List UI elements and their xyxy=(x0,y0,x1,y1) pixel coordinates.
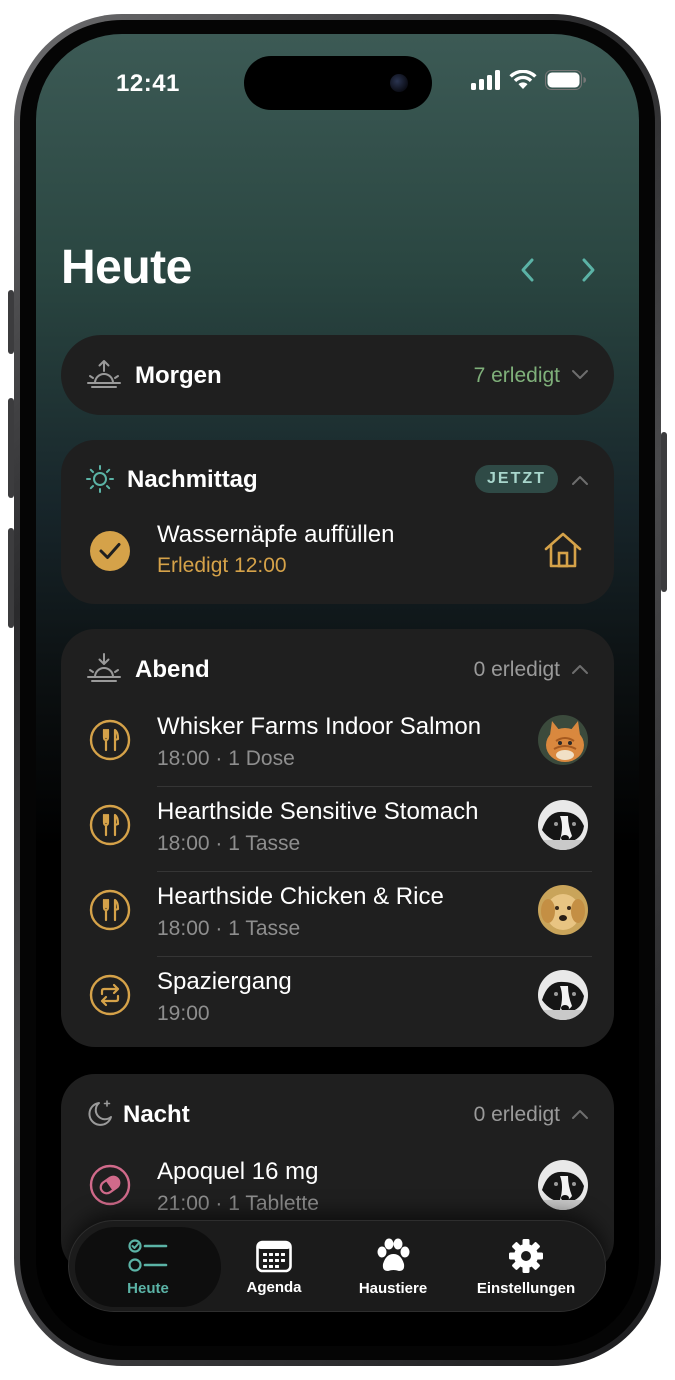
sun-icon xyxy=(83,464,117,494)
tab-label: Heute xyxy=(127,1279,169,1297)
gear-icon xyxy=(509,1238,543,1273)
camera-icon xyxy=(390,74,408,92)
checkmark-icon[interactable] xyxy=(89,530,131,572)
dynamic-island xyxy=(244,56,432,110)
checklist-icon xyxy=(128,1238,168,1272)
tab-settings[interactable]: Einstellungen xyxy=(451,1221,601,1313)
section-title: Nachmittag xyxy=(127,466,258,493)
task-subtitle: 18:00 · 1 Dose xyxy=(157,747,295,770)
tab-today[interactable]: Heute xyxy=(75,1227,221,1307)
tab-label: Haustiere xyxy=(358,1279,428,1297)
task-subtitle: 21:00 · 1 Tablette xyxy=(157,1192,319,1215)
task-title: Apoquel 16 mg xyxy=(157,1158,319,1185)
tab-pets[interactable]: Haustiere xyxy=(331,1221,455,1313)
section-title: Morgen xyxy=(135,362,222,389)
tab-bar: Heute Agenda Haustiere Einstellungen xyxy=(68,1220,606,1312)
status-time: 12:41 xyxy=(116,70,180,97)
power-button xyxy=(661,432,667,592)
chevron-down-icon[interactable] xyxy=(570,365,590,385)
task-subtitle: 18:00 · 1 Tasse xyxy=(157,917,301,940)
task-title: Hearthside Sensitive Stomach xyxy=(157,798,479,825)
section-status: 7 erledigt xyxy=(473,364,560,387)
wifi-icon xyxy=(509,70,537,89)
tab-label: Einstellungen xyxy=(476,1279,576,1297)
chevron-up-icon[interactable] xyxy=(570,1104,590,1124)
section-morning[interactable]: Morgen 7 erledigt xyxy=(61,335,614,415)
dog-bw-avatar xyxy=(538,970,588,1020)
sunset-icon xyxy=(87,653,121,683)
chevron-left-icon xyxy=(521,258,534,282)
tab-agenda[interactable]: Agenda xyxy=(219,1221,329,1313)
task-title: Hearthside Chicken & Rice xyxy=(157,883,444,910)
fork-knife-icon[interactable] xyxy=(89,889,131,931)
task-row[interactable]: Hearthside Sensitive Stomach 18:00 · 1 T… xyxy=(61,786,614,871)
battery-icon xyxy=(545,70,586,90)
task-title: Whisker Farms Indoor Salmon xyxy=(157,713,482,740)
golden-dog-avatar xyxy=(538,885,588,935)
section-evening: Abend 0 erledigt Whisker Farms Indoor Sa… xyxy=(61,629,614,1047)
task-row[interactable]: Wassernäpfe auffüllen Erledigt 12:00 xyxy=(61,513,614,598)
cat-avatar xyxy=(538,715,588,765)
now-badge: JETZT xyxy=(475,465,558,493)
page-title: Heute xyxy=(61,241,192,294)
task-row[interactable]: Apoquel 16 mg 21:00 · 1 Tablette xyxy=(61,1146,614,1231)
task-row[interactable]: Whisker Farms Indoor Salmon 18:00 · 1 Do… xyxy=(61,701,614,786)
task-subtitle: Erledigt 12:00 xyxy=(157,554,287,577)
sunrise-icon xyxy=(87,359,121,389)
repeat-icon[interactable] xyxy=(89,974,131,1016)
task-row[interactable]: Spaziergang 19:00 xyxy=(61,956,614,1041)
task-title: Spaziergang xyxy=(157,968,292,995)
next-day-button[interactable] xyxy=(569,250,609,290)
tab-label: Agenda xyxy=(246,1278,302,1296)
task-subtitle: 19:00 xyxy=(157,1002,210,1025)
task-row[interactable]: Hearthside Chicken & Rice 18:00 · 1 Tass… xyxy=(61,871,614,956)
dog-bw-avatar xyxy=(538,800,588,850)
signal-icon xyxy=(471,70,500,90)
task-subtitle: 18:00 · 1 Tasse xyxy=(157,832,301,855)
section-title: Abend xyxy=(135,656,210,683)
volume-up-button xyxy=(8,398,14,498)
chevron-up-icon[interactable] xyxy=(570,470,590,490)
house-icon xyxy=(543,531,583,574)
previous-day-button[interactable] xyxy=(507,250,547,290)
moon-icon xyxy=(83,1098,117,1128)
task-title: Wassernäpfe auffüllen xyxy=(157,521,395,548)
paw-icon xyxy=(377,1238,410,1271)
section-afternoon: Nachmittag JETZT Wassernäpfe auffüllen E… xyxy=(61,440,614,604)
section-status: 0 erledigt xyxy=(473,658,560,681)
fork-knife-icon[interactable] xyxy=(89,719,131,761)
calendar-icon xyxy=(256,1240,292,1272)
action-button xyxy=(8,290,14,354)
status-icons xyxy=(471,70,587,90)
app-screen: 12:41 Heute Morgen 7 erledigt Nachmittag… xyxy=(36,34,639,1346)
dog-bw-avatar xyxy=(538,1160,588,1210)
section-status: 0 erledigt xyxy=(473,1103,560,1126)
volume-down-button xyxy=(8,528,14,628)
chevron-right-icon xyxy=(582,258,595,282)
section-title: Nacht xyxy=(123,1101,190,1128)
fork-knife-icon[interactable] xyxy=(89,804,131,846)
pill-icon[interactable] xyxy=(89,1164,131,1206)
chevron-up-icon[interactable] xyxy=(570,659,590,679)
